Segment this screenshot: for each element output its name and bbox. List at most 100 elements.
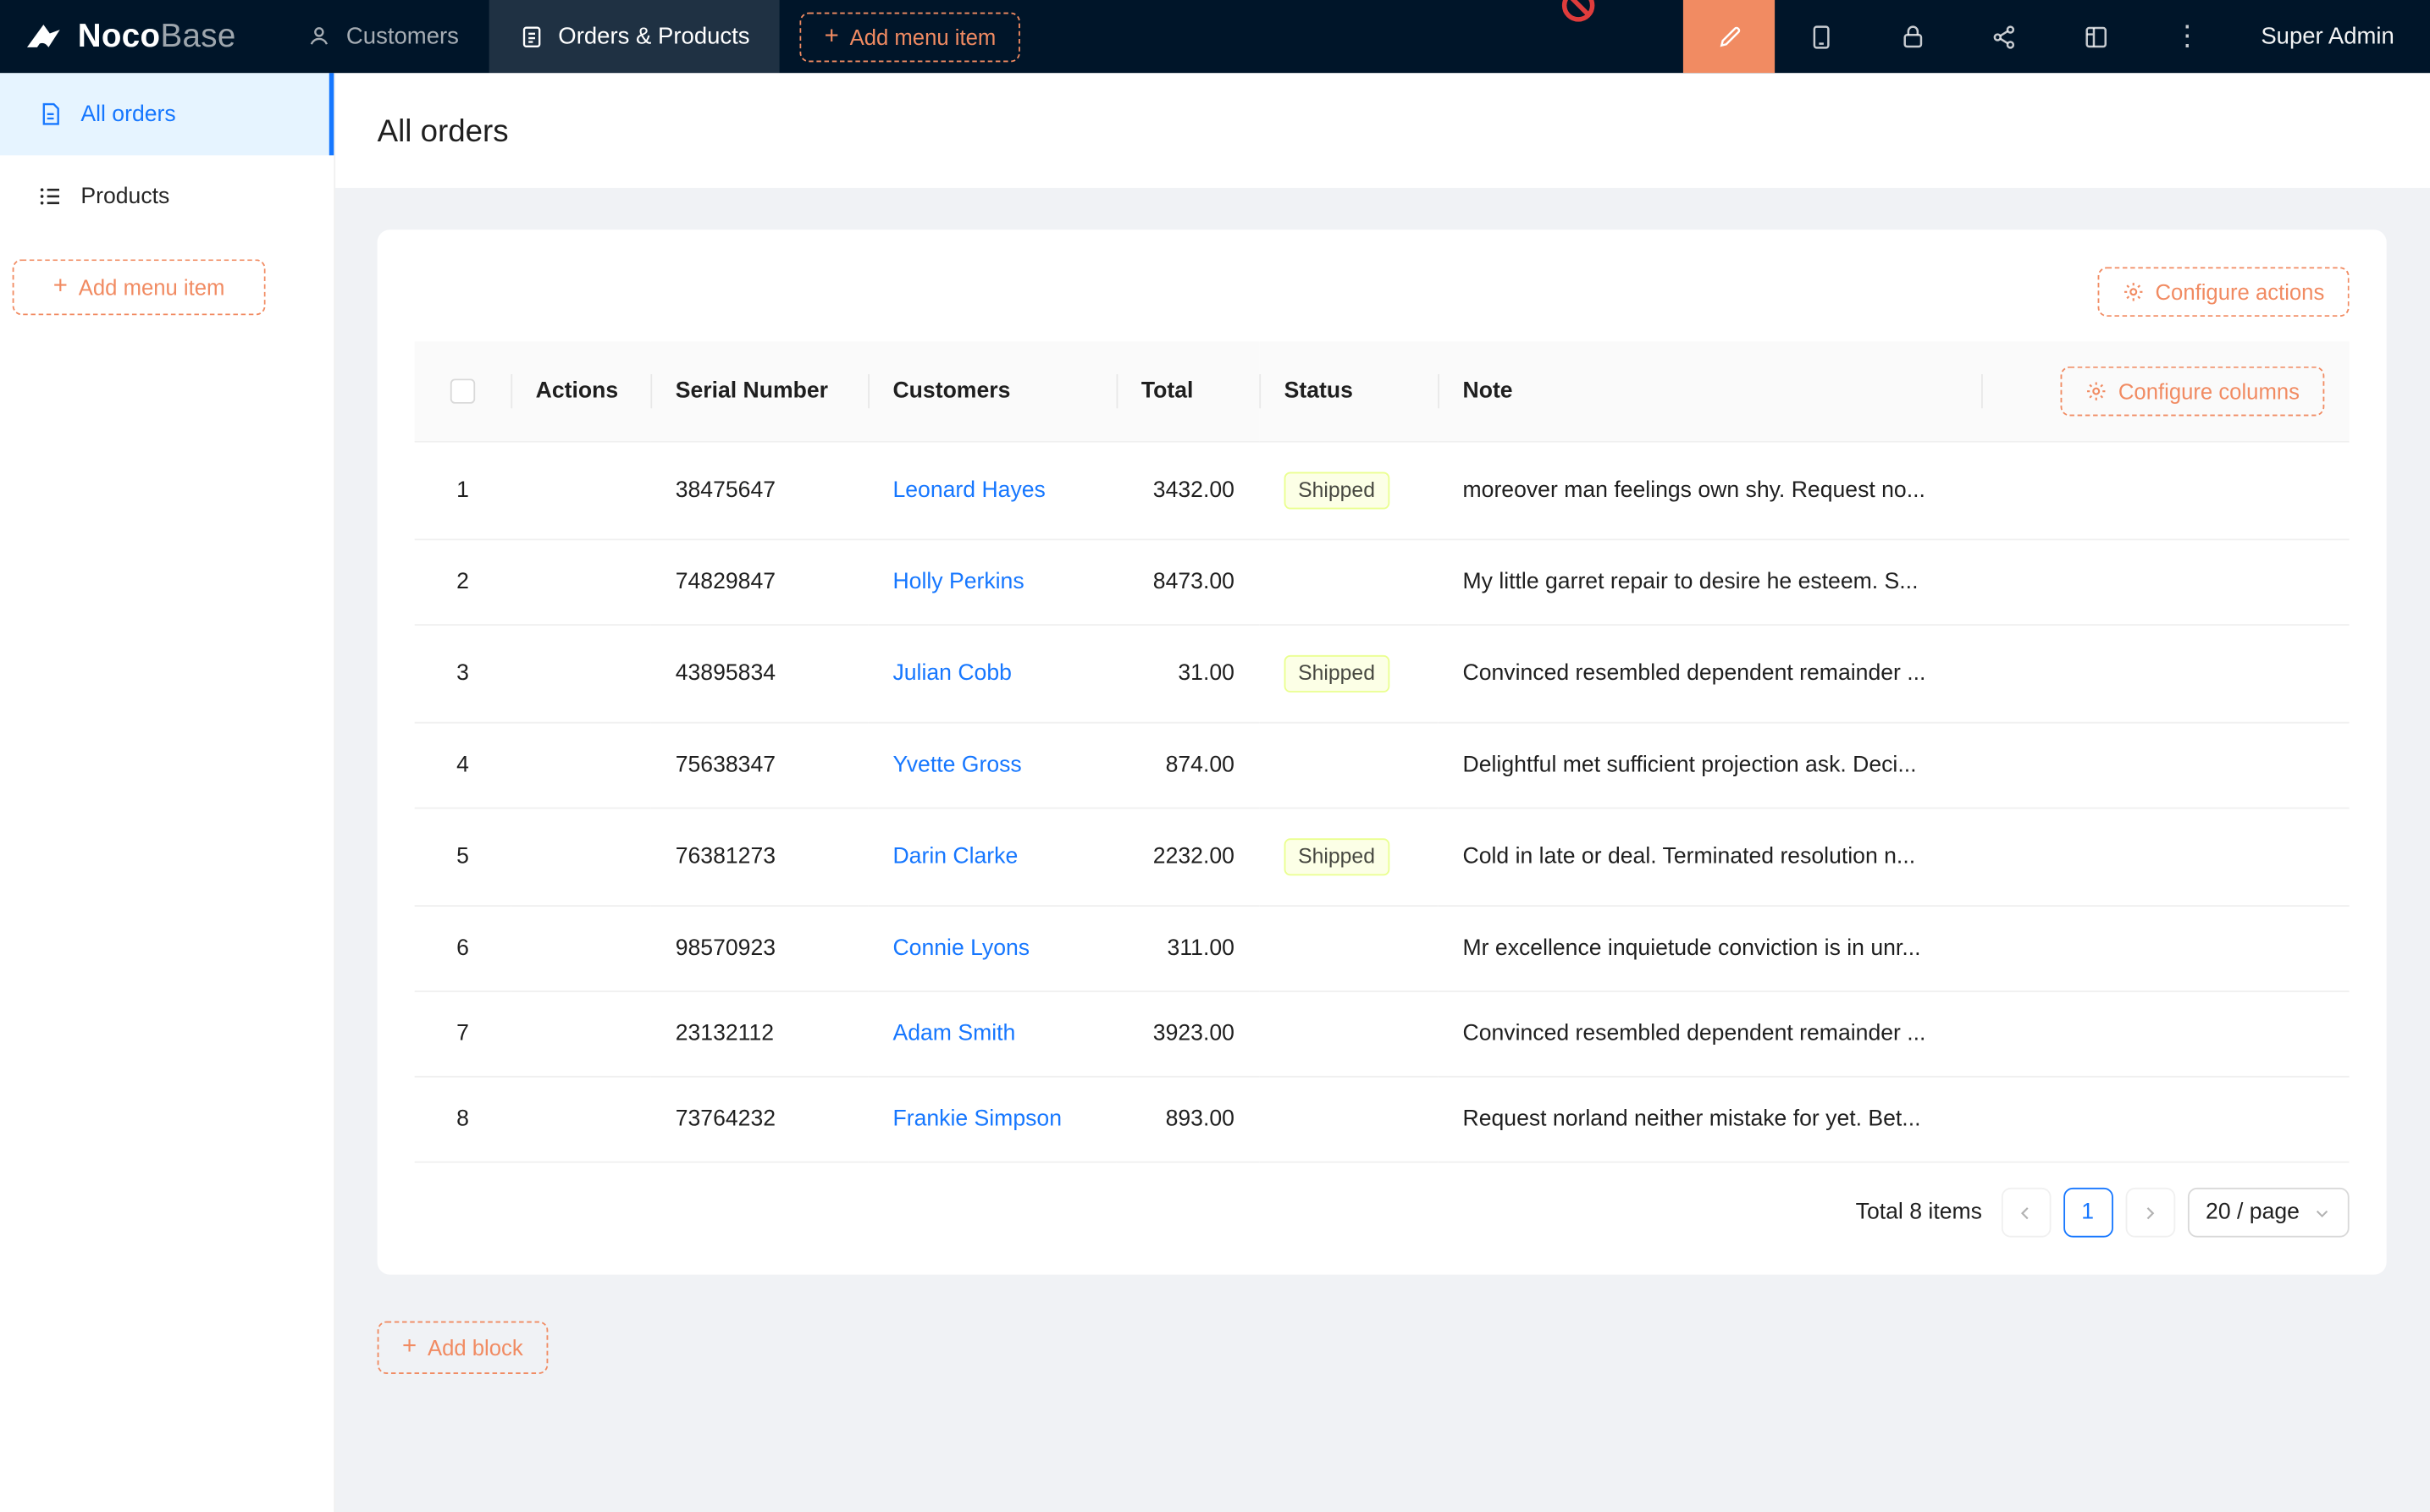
designer-pen-icon xyxy=(1715,23,1743,51)
table-row: 873764232Frankie Simpson893.00Request no… xyxy=(415,1077,2350,1162)
mobile-client-button[interactable] xyxy=(1775,0,1866,73)
customer-cell: Julian Cobb xyxy=(868,625,1116,723)
all-orders-icon xyxy=(37,101,64,127)
orders-table-body: 138475647Leonard Hayes3432.00Shippedmore… xyxy=(415,442,2350,1162)
row-extra-cell xyxy=(1981,723,2350,808)
customer-cell: Holly Perkins xyxy=(868,539,1116,625)
configure-columns-header-cell: Configure columns xyxy=(1981,341,2350,441)
table-row: 138475647Leonard Hayes3432.00Shippedmore… xyxy=(415,442,2350,540)
note-cell: My little garret repair to desire he est… xyxy=(1438,539,1981,625)
total-cell: 874.00 xyxy=(1117,723,1260,808)
pagination: Total 8 items 1 xyxy=(415,1188,2350,1238)
brand-name: NocoBase xyxy=(78,18,236,55)
serial-number-cell: 75638347 xyxy=(650,723,868,808)
table-row: 576381273Darin Clarke2232.00ShippedCold … xyxy=(415,808,2350,907)
table-row: 343895834Julian Cobb31.00ShippedConvince… xyxy=(415,625,2350,723)
tab-orders-products[interactable]: Orders & Products xyxy=(489,0,780,73)
sidebar-item-products[interactable]: Products xyxy=(0,155,334,237)
user-menu[interactable]: Super Admin xyxy=(2233,0,2430,73)
navbar-add-menu-item-button[interactable]: + Add menu item xyxy=(799,12,1020,62)
brand-name-bold: Noco xyxy=(78,18,161,53)
more-vertical-icon: ⋮ xyxy=(2173,20,2201,53)
note-cell: Delightful met sufficient projection ask… xyxy=(1438,723,1981,808)
tab-orders-products-label: Orders & Products xyxy=(558,24,749,50)
customer-link[interactable]: Holly Perkins xyxy=(892,570,1024,594)
page-header: All orders xyxy=(335,73,2430,188)
row-actions-cell xyxy=(511,991,650,1077)
customer-link[interactable]: Adam Smith xyxy=(892,1022,1015,1046)
nocobase-logo-icon xyxy=(24,16,64,57)
configure-actions-button[interactable]: Configure actions xyxy=(2098,267,2350,317)
column-header-serial-number: Serial Number xyxy=(650,341,868,441)
sidebar-item-all-orders[interactable]: All orders xyxy=(0,73,334,155)
status-cell: Shipped xyxy=(1259,808,1438,907)
row-extra-cell xyxy=(1981,991,2350,1077)
tab-customers[interactable]: Customers xyxy=(276,0,488,73)
note-cell: Convinced resembled dependent remainder … xyxy=(1438,991,1981,1077)
total-cell: 31.00 xyxy=(1117,625,1260,723)
status-cell xyxy=(1259,906,1438,991)
customer-link[interactable]: Darin Clarke xyxy=(892,845,1018,869)
customer-link[interactable]: Yvette Gross xyxy=(892,753,1021,777)
column-header-status: Status xyxy=(1259,341,1438,441)
status-cell xyxy=(1259,539,1438,625)
customers-icon xyxy=(306,24,332,50)
page-size-select[interactable]: 20 / page xyxy=(2187,1188,2350,1238)
pagination-page-button[interactable]: 1 xyxy=(2063,1188,2112,1238)
customer-link[interactable]: Leonard Hayes xyxy=(892,478,1045,503)
row-extra-cell xyxy=(1981,442,2350,540)
gear-icon xyxy=(2123,281,2145,303)
table-row: 6 98570923 Connie Lyons 311.00 Mr excellence… xyxy=(415,906,2350,991)
total-cell: 311.00 xyxy=(1117,906,1260,991)
user-name-label: Super Admin xyxy=(2261,24,2394,50)
gear-icon xyxy=(2085,380,2107,402)
orders-icon xyxy=(518,24,544,50)
share-nodes-icon xyxy=(1990,23,2018,51)
customer-cell: Yvette Gross xyxy=(868,723,1116,808)
more-menu-button[interactable]: ⋮ xyxy=(2141,0,2233,73)
plugin-settings-button[interactable] xyxy=(2050,0,2141,73)
note-cell: Request norland neither mistake for yet.… xyxy=(1438,1077,1981,1162)
status-cell: Shipped xyxy=(1259,442,1438,540)
customer-link[interactable]: Frankie Simpson xyxy=(892,1107,1062,1132)
lock-icon xyxy=(1898,23,1926,51)
total-cell: 893.00 xyxy=(1117,1077,1260,1162)
sidebar-add-menu-item-button[interactable]: + Add menu item xyxy=(13,259,266,315)
note-cell: Convinced resembled dependent remainder … xyxy=(1438,625,1981,723)
sidebar: All orders Products + Add menu item xyxy=(0,73,335,1512)
pagination-next-button[interactable] xyxy=(2125,1188,2175,1238)
status-cell xyxy=(1259,1077,1438,1162)
note-cell: moreover man feelings own shy. Request n… xyxy=(1438,442,1981,540)
orders-table-card: Configure actions xyxy=(378,229,2387,1274)
note-cell: Mr excellence inquietude conviction is i… xyxy=(1438,906,1981,991)
orders-table: Actions Serial Number Customers Total St… xyxy=(415,341,2350,1162)
status-badge: Shipped xyxy=(1284,838,1389,875)
row-extra-cell xyxy=(1981,625,2350,723)
customer-cell: Frankie Simpson xyxy=(868,1077,1116,1162)
table-row: 475638347Yvette Gross874.00Delightful me… xyxy=(415,723,2350,808)
customer-link[interactable]: Julian Cobb xyxy=(892,661,1011,686)
chevron-right-icon xyxy=(2141,1204,2158,1221)
blocked-cursor-icon xyxy=(1562,0,1595,22)
configure-columns-button[interactable]: Configure columns xyxy=(2061,367,2324,417)
tablet-icon xyxy=(1807,23,1835,51)
api-button[interactable] xyxy=(1958,0,2050,73)
serial-number-cell: 23132112 xyxy=(650,991,868,1077)
content-area: Configure actions xyxy=(335,188,2430,1512)
total-cell: 2232.00 xyxy=(1117,808,1260,907)
serial-number-cell: 73764232 xyxy=(650,1077,868,1162)
row-index-cell: 7 xyxy=(415,991,511,1077)
pagination-prev-button[interactable] xyxy=(2001,1188,2051,1238)
permissions-button[interactable] xyxy=(1867,0,1958,73)
pagination-total-label: Total 8 items xyxy=(1856,1200,1982,1225)
plus-icon: + xyxy=(402,1335,417,1360)
customer-cell: Connie Lyons xyxy=(868,906,1116,991)
app-root: NocoBase Customers Orders & Products + A… xyxy=(0,0,2430,1512)
select-all-checkbox[interactable] xyxy=(450,379,475,404)
customer-link[interactable]: Connie Lyons xyxy=(892,936,1030,961)
ui-editor-toggle-button[interactable] xyxy=(1683,0,1775,73)
add-block-button[interactable]: + Add block xyxy=(378,1322,548,1374)
serial-number-cell: 98570923 xyxy=(650,906,868,991)
row-index-cell: 6 xyxy=(415,906,511,991)
status-cell: Shipped xyxy=(1259,625,1438,723)
